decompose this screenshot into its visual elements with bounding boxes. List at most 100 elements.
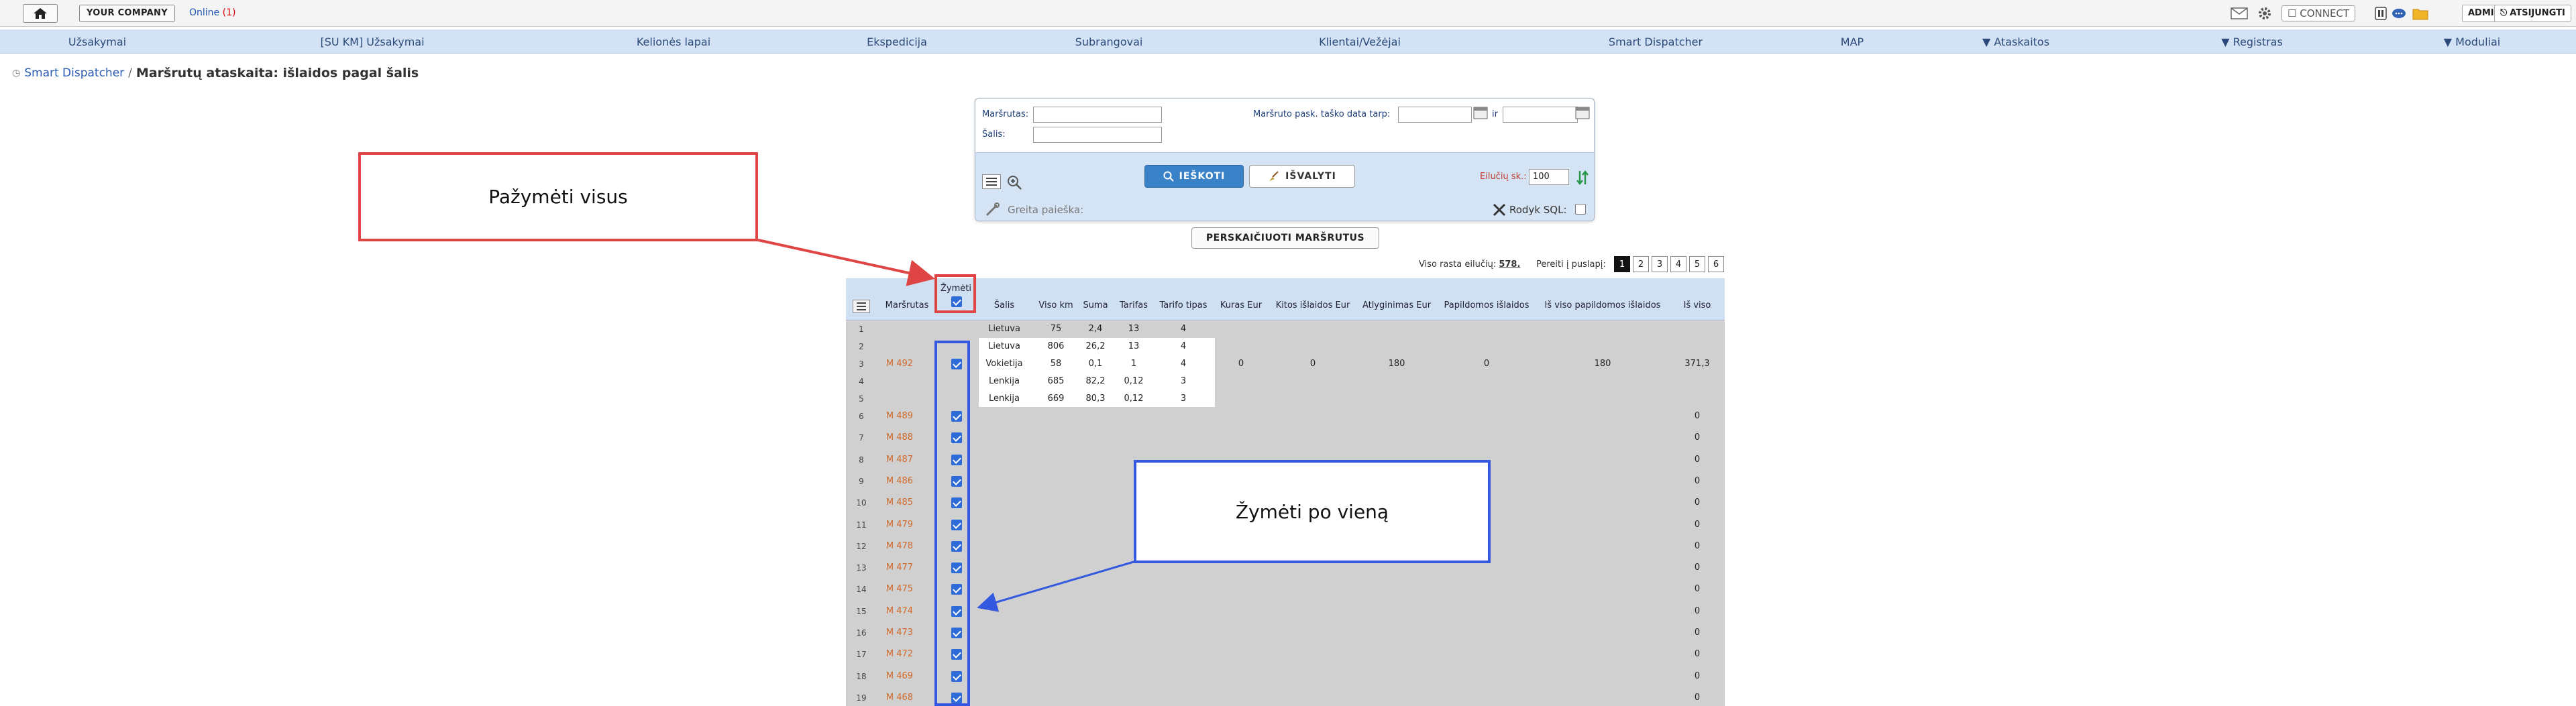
recalculate-routes-button[interactable]: PERSKAIČIUOTI MARŠRUTUS: [1191, 227, 1379, 249]
header-route[interactable]: Maršrutas: [885, 300, 929, 310]
calendar-icon[interactable]: [1575, 106, 1590, 122]
apps-icon[interactable]: [2372, 5, 2390, 21]
route-link[interactable]: M 468: [886, 693, 913, 703]
route-link[interactable]: M 488: [886, 432, 913, 443]
nav-item-modules[interactable]: ▼ Moduliai: [2444, 36, 2500, 48]
header-other-expenses[interactable]: Kitos išlaidos Eur: [1276, 300, 1350, 310]
logout-button[interactable]: ⎋ ATSIJUNGTI: [2494, 5, 2571, 22]
main-nav: Užsakymai [SU KM] Užsakymai Kelionės lap…: [0, 30, 2576, 54]
header-tariff[interactable]: Tarifas: [1120, 300, 1148, 310]
route-input[interactable]: [1033, 107, 1162, 123]
page-button[interactable]: 3: [1652, 256, 1668, 272]
route-link[interactable]: M 478: [886, 541, 913, 551]
table-row: 14 M 475 0: [846, 581, 1725, 598]
nav-item-registry[interactable]: ▼ Registras: [2221, 36, 2283, 48]
breadcrumb-home-link[interactable]: Smart Dispatcher: [24, 66, 124, 80]
page-button[interactable]: 2: [1633, 256, 1649, 272]
route-link[interactable]: M 469: [886, 671, 913, 681]
calendar-icon[interactable]: [1473, 106, 1488, 122]
header-total-extra[interactable]: Iš viso papildomos išlaidos: [1545, 300, 1661, 310]
sort-icon[interactable]: [1576, 170, 1589, 188]
route-link[interactable]: M 473: [886, 628, 913, 638]
date-to-input[interactable]: [1503, 107, 1578, 123]
clear-button[interactable]: IŠVALYTI: [1249, 165, 1355, 188]
folder-icon[interactable]: [2412, 5, 2429, 21]
row-number: 13: [856, 563, 867, 573]
search-button[interactable]: IEŠKOTI: [1144, 165, 1244, 188]
table-row: 17 M 472 0: [846, 646, 1725, 663]
extra-expenses-cell: 0: [1483, 359, 1490, 369]
grand-total-cell: 0: [1694, 670, 1701, 681]
nav-item-forwarding[interactable]: Ekspedicija: [867, 36, 927, 48]
company-button[interactable]: YOUR COMPANY: [79, 5, 175, 22]
table-row: 18 M 469 0: [846, 668, 1725, 685]
row-number: 2: [859, 342, 864, 351]
header-country[interactable]: Šalis: [994, 300, 1014, 310]
km-cell: 806: [1047, 341, 1065, 351]
row-number: 16: [856, 628, 867, 638]
nav-item-trip-sheets[interactable]: Kelionės lapai: [637, 36, 710, 48]
nav-item-km-orders[interactable]: [SU KM] Užsakymai: [320, 36, 424, 48]
route-link[interactable]: M 492: [886, 359, 913, 369]
nav-item-subcontractors[interactable]: Subrangovai: [1075, 36, 1143, 48]
nav-item-map[interactable]: MAP: [1841, 36, 1864, 48]
red-arrow: [757, 239, 935, 286]
select-all-highlight: [934, 274, 976, 313]
km-cell: 75: [1050, 324, 1062, 334]
page-button[interactable]: 1: [1614, 256, 1630, 272]
header-total-km[interactable]: Viso km: [1038, 300, 1073, 310]
row-number: 5: [859, 394, 864, 404]
logout-label: ATSIJUNGTI: [2510, 8, 2565, 18]
show-sql-checkbox[interactable]: [1575, 204, 1586, 217]
other-expenses-cell: 0: [1309, 359, 1316, 369]
route-link[interactable]: M 487: [886, 455, 913, 465]
online-users-link[interactable]: Online (1): [189, 7, 235, 18]
nav-item-orders[interactable]: Užsakymai: [68, 36, 126, 48]
broom-icon: [1269, 171, 1279, 181]
menu-icon[interactable]: [982, 174, 1001, 189]
select-all-callout: Pažymėti visus: [358, 152, 758, 241]
header-extra-expenses[interactable]: Papildomos išlaidos: [1444, 300, 1529, 310]
header-tariff-type[interactable]: Tarifo tipas: [1159, 300, 1207, 310]
breadcrumb: ◷ Smart Dispatcher / Maršrutų ataskaita:…: [12, 66, 419, 80]
page-button[interactable]: 4: [1670, 256, 1686, 272]
header-grand-total[interactable]: Iš viso: [1684, 300, 1711, 310]
route-link[interactable]: M 485: [886, 497, 913, 508]
route-link[interactable]: M 477: [886, 563, 913, 573]
chat-icon[interactable]: [2390, 5, 2408, 21]
row-number: 8: [859, 455, 864, 465]
header-fuel[interactable]: Kuras Eur: [1220, 300, 1262, 310]
connect-button[interactable]: ☐ CONNECT: [2282, 5, 2356, 21]
route-link[interactable]: M 474: [886, 606, 913, 616]
column-menu-icon[interactable]: [853, 300, 870, 313]
search-label: IEŠKOTI: [1179, 171, 1226, 182]
mail-icon[interactable]: [2231, 5, 2248, 21]
page-button[interactable]: 5: [1689, 256, 1705, 272]
zoom-icon[interactable]: [1006, 174, 1022, 193]
nav-item-reports[interactable]: ▼ Ataskaitos: [1982, 36, 2049, 48]
header-sum[interactable]: Suma: [1083, 300, 1108, 310]
header-reward[interactable]: Atlyginimas Eur: [1362, 300, 1431, 310]
route-link[interactable]: M 489: [886, 411, 913, 421]
quick-search-label[interactable]: Greita paieška:: [1008, 204, 1083, 216]
page-button[interactable]: 6: [1708, 256, 1724, 272]
route-link[interactable]: M 479: [886, 520, 913, 530]
country-input[interactable]: [1033, 127, 1162, 143]
sum-cell: 82,2: [1085, 376, 1106, 386]
tariff-cell: 0,12: [1124, 394, 1144, 404]
grand-total-cell: 0: [1694, 519, 1701, 530]
route-link[interactable]: M 472: [886, 649, 913, 659]
route-link[interactable]: M 486: [886, 476, 913, 486]
rows-count-input[interactable]: 100: [1529, 169, 1569, 185]
and-label: ir: [1492, 109, 1498, 119]
route-link[interactable]: M 475: [886, 584, 913, 594]
total-rows-value: 578.: [1499, 259, 1521, 270]
pagination: 1 2 3 4 5 6: [1614, 256, 1724, 272]
table-row: 5 Lenkija 669 80,3 0,12 3: [846, 390, 1725, 408]
table-row: 19 M 468 0: [846, 689, 1725, 706]
nav-item-smart-dispatcher[interactable]: Smart Dispatcher: [1609, 36, 1703, 48]
home-button[interactable]: [23, 4, 58, 23]
nav-item-clients[interactable]: Klientai/Vežėjai: [1319, 36, 1401, 48]
date-from-input[interactable]: [1398, 107, 1472, 123]
gear-icon[interactable]: [2256, 5, 2273, 21]
